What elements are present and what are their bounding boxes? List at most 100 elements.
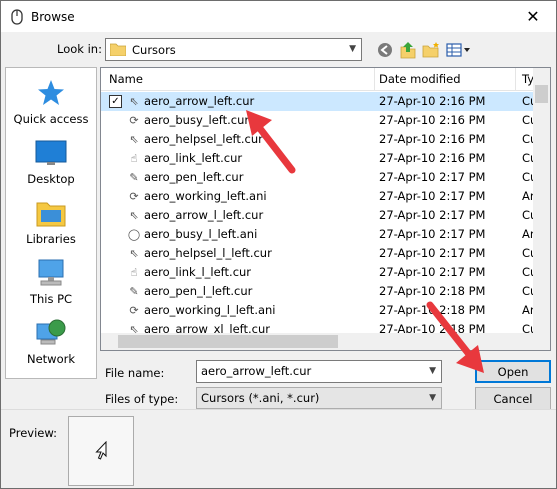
files-of-type-label: Files of type: <box>105 392 179 406</box>
network-icon <box>36 319 66 345</box>
table-row[interactable]: ✓ ⇖ aero_arrow_left.cur 27-Apr-10 2:16 PM Cu <box>101 92 550 111</box>
table-row[interactable]: ☝ aero_link_l_left.cur 27-Apr-10 2:17 PM Cu <box>101 263 550 282</box>
file-name-cell: aero_link_l_left.cur <box>144 265 252 279</box>
file-name-value: aero_arrow_left.cur <box>201 364 312 378</box>
date-modified-cell: 27-Apr-10 2:17 PM <box>379 227 486 241</box>
open-button[interactable]: Open <box>475 360 551 383</box>
place-network[interactable]: Network <box>6 318 96 366</box>
table-row[interactable]: ⟳ aero_working_left.ani 27-Apr-10 2:17 PM A… <box>101 187 550 206</box>
file-name-cell: aero_working_l_left.ani <box>144 303 276 317</box>
column-header-date[interactable]: Date modified <box>379 72 461 86</box>
cursor-file-icon: ☝ <box>130 266 138 279</box>
chevron-down-icon: ▼ <box>349 44 356 54</box>
preview-label: Preview: <box>9 426 58 440</box>
star-icon <box>38 80 64 105</box>
place-label: Desktop <box>27 172 75 186</box>
back-icon[interactable] <box>375 40 395 60</box>
up-folder-icon[interactable] <box>398 40 418 60</box>
table-row[interactable]: ⇖ aero_arrow_l_left.cur 27-Apr-10 2:17 PM C… <box>101 206 550 225</box>
place-desktop[interactable]: Desktop <box>6 138 96 186</box>
list-header: Name Date modified Ty <box>101 68 550 91</box>
look-in-dropdown[interactable]: Cursors ▼ <box>105 38 362 61</box>
view-menu-icon[interactable] <box>445 40 473 60</box>
file-name-cell: aero_working_left.ani <box>144 189 267 203</box>
files-of-type-value: Cursors (*.ani, *.cur) <box>201 391 320 405</box>
table-row[interactable]: ⟳ aero_busy_left.cur 27-Apr-10 2:16 PM Cu <box>101 111 550 130</box>
table-row[interactable]: ⇖ aero_helpsel_l_left.cur 27-Apr-10 2:17 P… <box>101 244 550 263</box>
file-name-cell: aero_busy_l_left.ani <box>144 227 258 241</box>
file-name-input[interactable]: aero_arrow_left.cur ▼ <box>196 360 442 383</box>
cancel-button[interactable]: Cancel <box>475 387 551 410</box>
file-name-label: File name: <box>105 366 165 380</box>
table-row[interactable]: ⟳ aero_working_l_left.ani 27-Apr-10 2:18 P… <box>101 301 550 320</box>
file-name-cell: aero_pen_l_left.cur <box>144 284 253 298</box>
chevron-down-icon: ▼ <box>429 393 436 403</box>
horizontal-scrollbar[interactable] <box>101 333 550 350</box>
file-name-cell: aero_arrow_l_left.cur <box>144 208 264 222</box>
place-label: Network <box>26 352 76 366</box>
cursor-file-icon: ⇖ <box>129 133 139 146</box>
close-button[interactable]: ✕ <box>510 1 556 32</box>
chevron-down-icon[interactable]: ▼ <box>429 366 436 376</box>
cursor-file-icon: ⟳ <box>129 190 139 203</box>
browse-dialog: Browse ✕ Look in: Cursors ▼ Quick access… <box>0 0 557 489</box>
date-modified-cell: 27-Apr-10 2:18 PM <box>379 284 486 298</box>
folder-icon <box>110 43 126 56</box>
date-modified-cell: 27-Apr-10 2:17 PM <box>379 246 486 260</box>
place-label: Quick access <box>13 112 89 126</box>
table-row[interactable]: ☝ aero_link_left.cur 27-Apr-10 2:16 PM Cu <box>101 149 550 168</box>
new-folder-icon[interactable] <box>421 40 441 60</box>
date-modified-cell: 27-Apr-10 2:17 PM <box>379 265 486 279</box>
file-rows: ✓ ⇖ aero_arrow_left.cur 27-Apr-10 2:16 PM Cu… <box>101 92 550 339</box>
computer-icon <box>38 259 64 286</box>
table-row[interactable]: ✎ aero_pen_left.cur 27-Apr-10 2:17 PM Cu <box>101 168 550 187</box>
place-label: This PC <box>29 292 73 306</box>
look-in-value: Cursors <box>132 42 176 57</box>
mouse-icon <box>9 8 25 25</box>
date-modified-cell: 27-Apr-10 2:17 PM <box>379 170 486 184</box>
table-row[interactable]: ◯ aero_busy_l_left.ani 27-Apr-10 2:17 PM An <box>101 225 550 244</box>
place-this-pc[interactable]: This PC <box>6 258 96 306</box>
row-checkbox[interactable]: ✓ <box>109 95 122 108</box>
libraries-icon <box>36 202 66 227</box>
place-label: Libraries <box>26 232 76 246</box>
look-in-label: Look in: <box>57 42 102 56</box>
cursor-preview-icon <box>95 441 107 460</box>
date-modified-cell: 27-Apr-10 2:16 PM <box>379 113 486 127</box>
desktop-icon <box>35 140 67 165</box>
file-name-cell: aero_helpsel_l_left.cur <box>144 246 272 260</box>
cursor-file-icon: ⇖ <box>129 247 139 260</box>
cursor-file-icon: ✎ <box>129 171 139 184</box>
table-row[interactable]: ✎ aero_pen_l_left.cur 27-Apr-10 2:18 PM Cu <box>101 282 550 301</box>
cursor-file-icon: ⟳ <box>129 114 139 127</box>
date-modified-cell: 27-Apr-10 2:17 PM <box>379 189 486 203</box>
file-name-cell: aero_pen_left.cur <box>144 170 244 184</box>
column-header-name[interactable]: Name <box>109 72 143 86</box>
file-name-cell: aero_busy_left.cur <box>144 113 250 127</box>
date-modified-cell: 27-Apr-10 2:16 PM <box>379 132 486 146</box>
cursor-file-icon: ✎ <box>129 285 139 298</box>
place-quick-access[interactable]: Quick access <box>6 78 96 126</box>
table-row[interactable]: ⇖ aero_helpsel_left.cur 27-Apr-10 2:16 PM C… <box>101 130 550 149</box>
file-name-cell: aero_arrow_left.cur <box>144 94 255 108</box>
date-modified-cell: 27-Apr-10 2:17 PM <box>379 208 486 222</box>
date-modified-cell: 27-Apr-10 2:16 PM <box>379 94 486 108</box>
date-modified-cell: 27-Apr-10 2:18 PM <box>379 303 486 317</box>
file-name-cell: aero_helpsel_left.cur <box>144 132 263 146</box>
date-modified-cell: 27-Apr-10 2:16 PM <box>379 151 486 165</box>
files-of-type-dropdown[interactable]: Cursors (*.ani, *.cur) ▼ <box>196 387 442 409</box>
cursor-file-icon: ⇖ <box>129 209 139 222</box>
title-bar: Browse ✕ <box>1 1 556 32</box>
preview-box <box>68 416 134 486</box>
cursor-file-icon: ⟳ <box>129 304 139 317</box>
file-name-cell: aero_link_left.cur <box>144 151 243 165</box>
places-bar: Quick access Desktop Libraries This PC N… <box>5 67 97 379</box>
divider <box>1 409 556 410</box>
window-title: Browse <box>31 9 75 24</box>
file-list[interactable]: Name Date modified Ty ✓ ⇖ aero_arrow_left.… <box>100 67 551 351</box>
place-libraries[interactable]: Libraries <box>6 198 96 246</box>
vertical-scrollbar[interactable] <box>533 68 550 335</box>
cursor-file-icon: ⇖ <box>129 95 139 108</box>
cursor-file-icon: ◯ <box>127 228 141 241</box>
cursor-file-icon: ☝ <box>130 152 138 165</box>
